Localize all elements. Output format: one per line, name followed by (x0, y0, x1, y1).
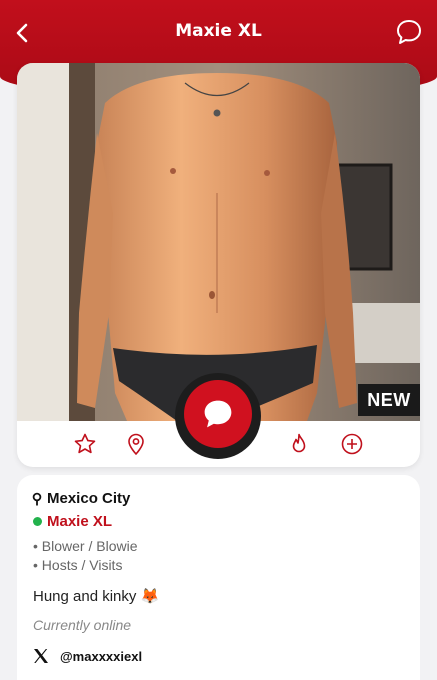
map-pin-icon (32, 492, 42, 505)
online-status: Currently online (33, 617, 132, 633)
chat-bubble-icon[interactable] (395, 18, 423, 46)
message-button[interactable] (175, 373, 261, 459)
chat-bubble-icon (204, 400, 232, 428)
profile-photo[interactable] (17, 63, 420, 421)
location-row: Mexico City (32, 490, 130, 507)
plus-circle-icon[interactable] (340, 432, 364, 456)
location-text: Mexico City (47, 490, 131, 507)
preference-item: • Hosts / Visits (33, 557, 123, 573)
fox-emoji: 🦊 (140, 588, 160, 605)
social-handle: @maxxxxiexl (60, 648, 143, 664)
message-button-inner[interactable] (184, 380, 252, 448)
new-badge: NEW (358, 384, 420, 416)
bio-text: Hung and kinky 🦊 (33, 587, 159, 605)
star-icon[interactable] (73, 432, 97, 456)
page-title: Maxie XL (175, 21, 262, 41)
profile-info: Mexico City Maxie XL • Blower / Blowie •… (17, 475, 420, 680)
preference-item: • Blower / Blowie (33, 538, 138, 554)
profile-name: Maxie XL (47, 513, 113, 530)
online-indicator (33, 517, 42, 526)
name-row: Maxie XL (33, 513, 112, 530)
flame-icon[interactable] (287, 432, 311, 456)
bio-text-content: Hung and kinky (33, 588, 137, 605)
map-pin-icon[interactable] (124, 432, 148, 456)
x-logo-icon (34, 649, 48, 663)
social-link[interactable]: @maxxxxiexl (32, 647, 142, 665)
